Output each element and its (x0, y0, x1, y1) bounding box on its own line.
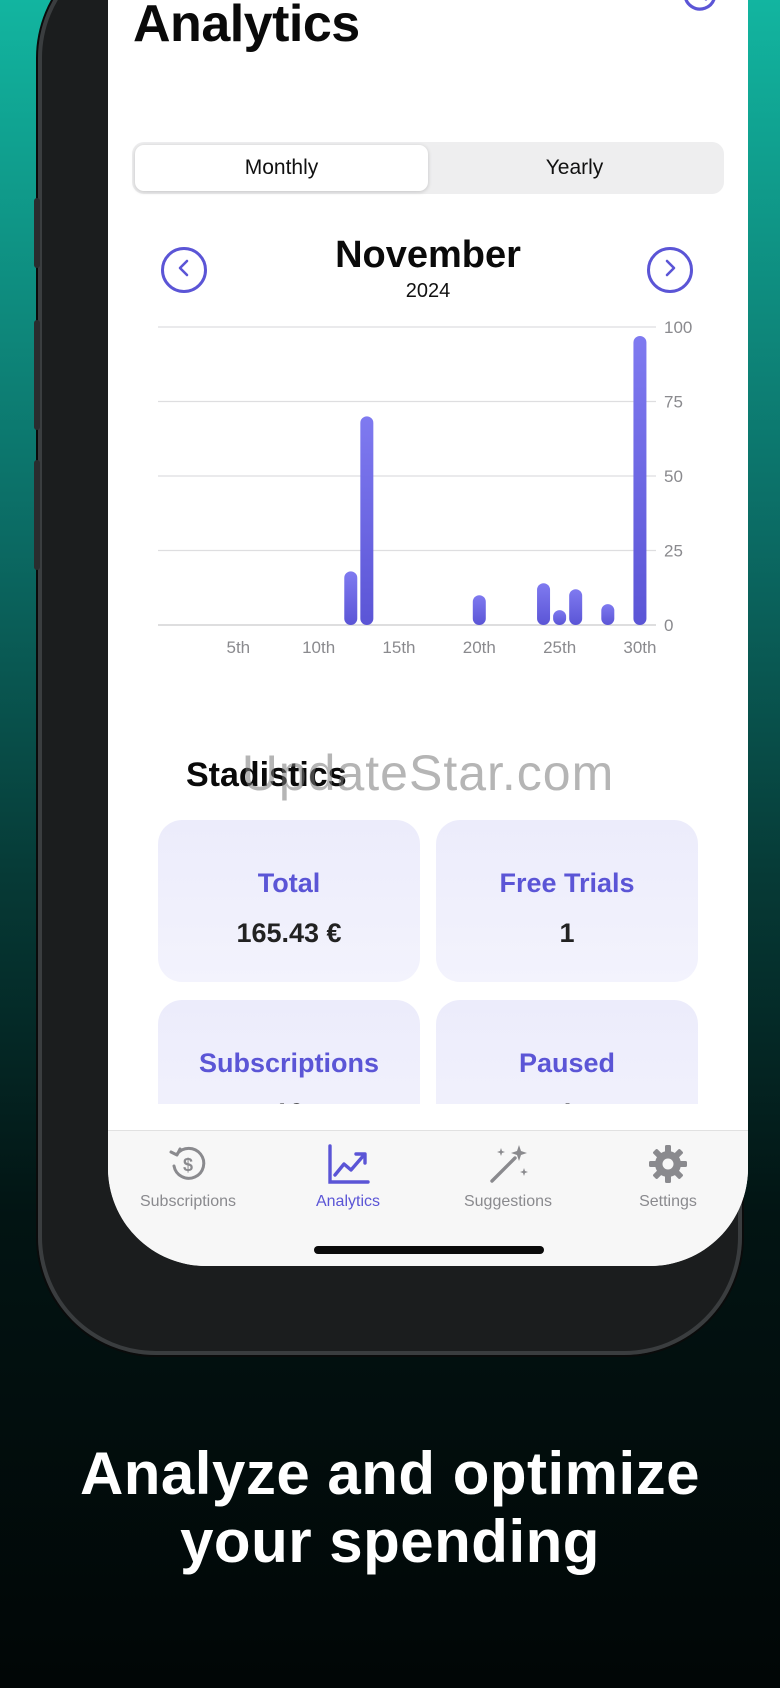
marketing-headline: Analyze and optimize your spending (0, 1440, 780, 1576)
x-tick-label: 10th (302, 638, 335, 657)
chart-bar[interactable] (569, 589, 583, 625)
tab-label: Suggestions (463, 1193, 553, 1210)
phone-frame: Analytics Monthly Yearly November 2024 0… (34, 0, 748, 1355)
chart-bar[interactable] (360, 416, 374, 625)
stat-value: 10 (158, 1098, 420, 1104)
home-indicator (314, 1246, 544, 1254)
stat-label: Total (257, 868, 321, 898)
suggestions-icon (485, 1141, 531, 1187)
chart-bar[interactable] (537, 583, 551, 625)
history-button[interactable] (678, 0, 722, 18)
spending-bar-chart: 0 25 50 75 100 5th 10th 15th 20th 25th 30th (158, 318, 692, 657)
chart-bar[interactable] (633, 335, 647, 625)
chevron-right-icon (660, 258, 680, 283)
x-tick-label: 20th (463, 638, 496, 657)
tab-label: Subscriptions (139, 1193, 237, 1210)
chart-bar[interactable] (344, 571, 358, 625)
stat-value: 1 (436, 1098, 698, 1104)
stat-label: Paused (518, 1048, 616, 1078)
stat-label: Subscriptions (198, 1048, 380, 1078)
tab-settings[interactable]: Settings (588, 1141, 748, 1266)
tab-subscriptions[interactable]: $ Subscriptions (108, 1141, 268, 1266)
headline-line-2: your spending (180, 1508, 600, 1575)
segment-monthly[interactable]: Monthly (135, 145, 428, 191)
svg-text:$: $ (183, 1155, 193, 1175)
y-tick-label: 50 (664, 467, 683, 486)
y-tick-label: 100 (664, 318, 692, 337)
settings-icon (645, 1141, 691, 1187)
stat-card-subscriptions: Subscriptions 10 (158, 1000, 420, 1104)
y-tick-label: 25 (664, 542, 683, 561)
segment-yearly[interactable]: Yearly (428, 145, 721, 191)
x-tick-label: 15th (382, 638, 415, 657)
x-tick-label: 25th (543, 638, 576, 657)
chart-bar[interactable] (553, 610, 567, 625)
chart-bar[interactable] (472, 595, 486, 625)
analytics-icon (325, 1141, 371, 1187)
y-tick-label: 75 (664, 393, 683, 412)
tab-label: Settings (639, 1193, 697, 1210)
x-tick-label: 30th (623, 638, 656, 657)
statistics-title: Stadistics (186, 756, 347, 794)
silent-switch (34, 198, 40, 268)
subscriptions-icon: $ (165, 1141, 211, 1187)
stat-card-free-trials: Free Trials 1 (436, 820, 698, 982)
stat-label: Free Trials (499, 868, 635, 898)
page-title: Analytics (133, 0, 360, 53)
volume-down-button (34, 460, 40, 570)
next-month-button[interactable] (647, 247, 693, 293)
headline-line-1: Analyze and optimize (79, 1440, 701, 1507)
app-screen: Analytics Monthly Yearly November 2024 0… (108, 0, 748, 1266)
stat-card-total: Total 165.43 € (158, 820, 420, 982)
period-segmented-control: Monthly Yearly (132, 142, 724, 194)
x-tick-label: 5th (227, 638, 251, 657)
chart-bar[interactable] (601, 604, 615, 625)
y-tick-label: 0 (664, 616, 673, 635)
volume-up-button (34, 320, 40, 430)
stat-value: 165.43 € (236, 918, 342, 948)
stat-value: 1 (559, 918, 575, 948)
history-icon (679, 0, 721, 20)
tab-label: Analytics (315, 1193, 381, 1210)
statistics-grid: Total 165.43 € Free Trials 1 Subscriptio… (108, 820, 748, 1104)
stat-card-paused: Paused 1 (436, 1000, 698, 1104)
